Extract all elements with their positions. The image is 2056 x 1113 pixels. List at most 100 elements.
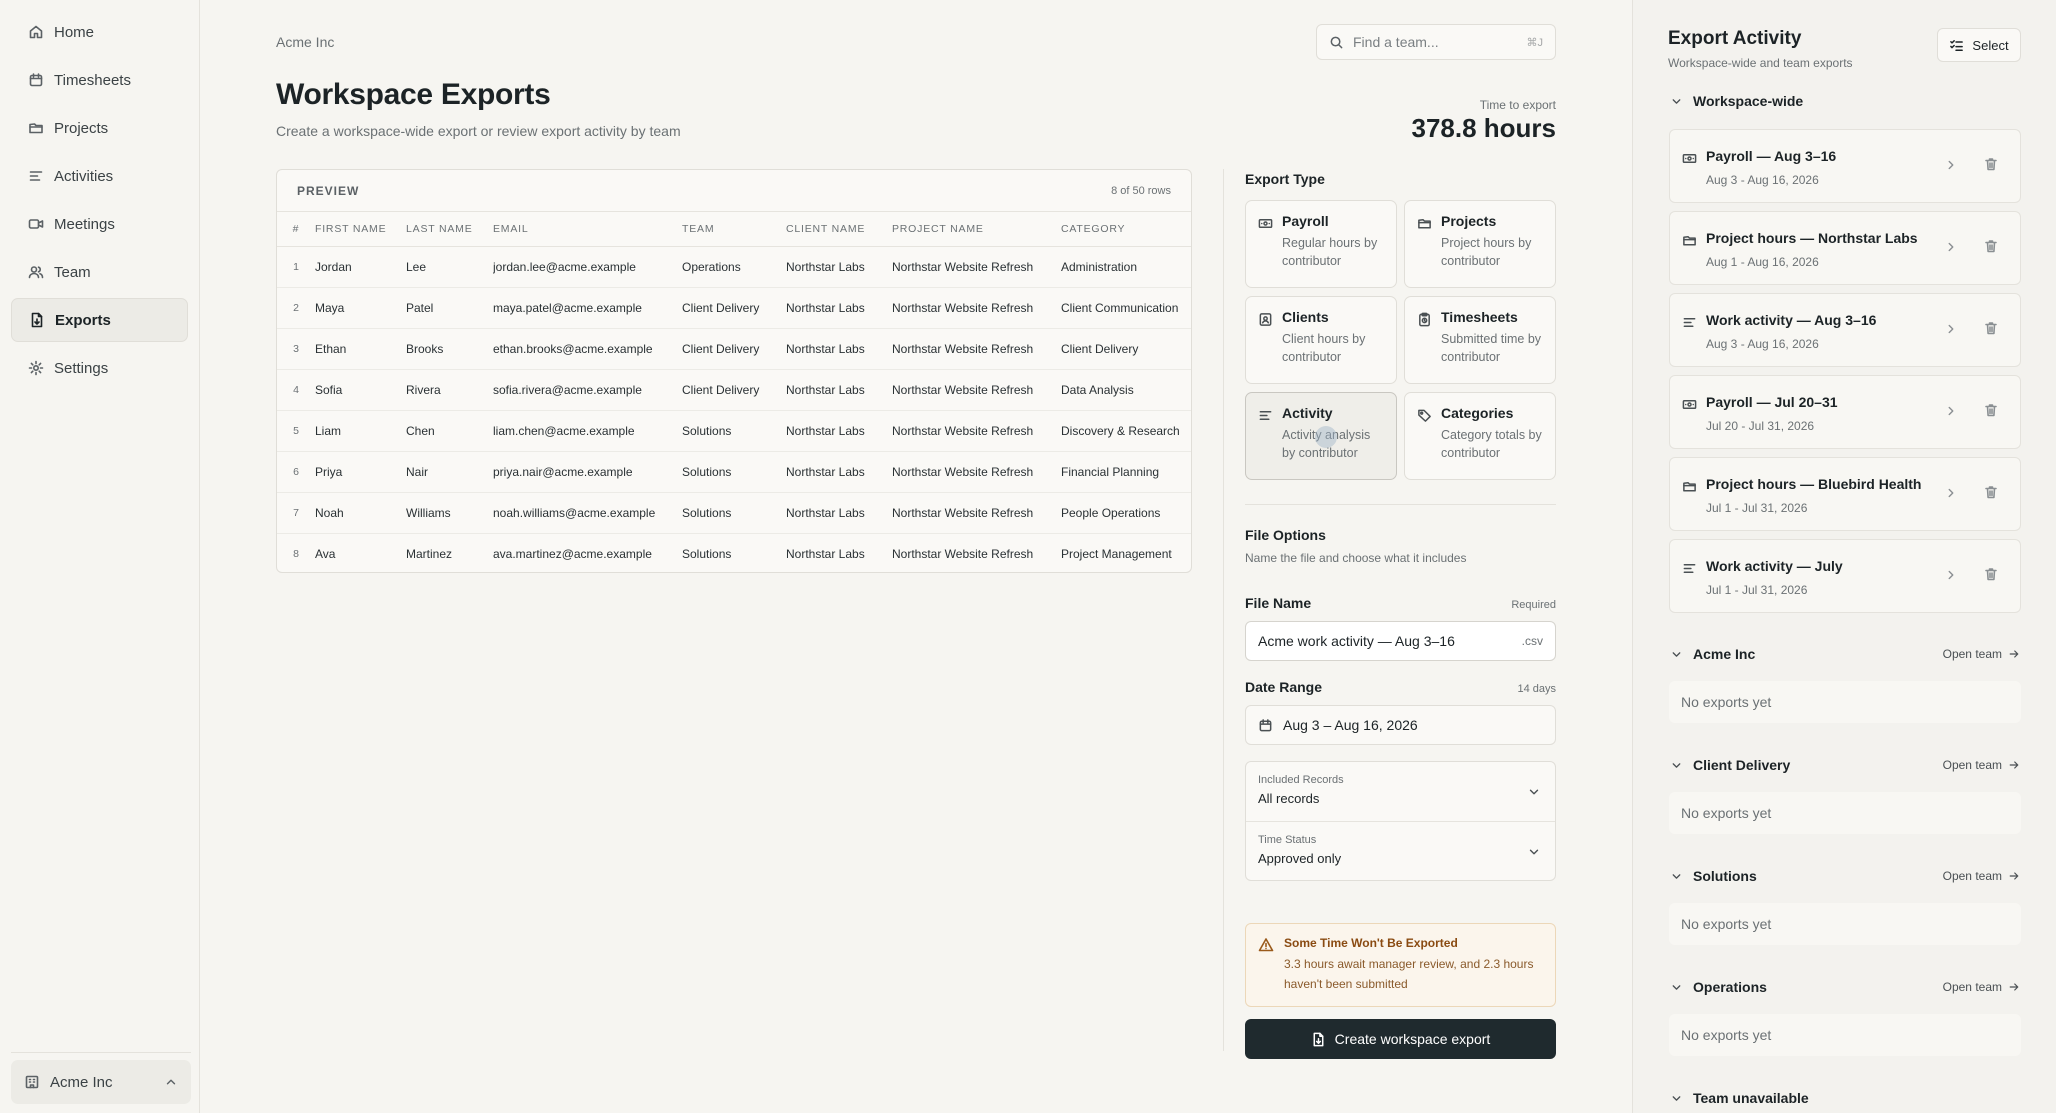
time-status-select[interactable]: Time Status Approved only bbox=[1246, 821, 1555, 880]
export-card[interactable]: Project hours — Northstar Labs Aug 1 - Au… bbox=[1669, 211, 2021, 285]
sidebar-item-label: Home bbox=[54, 23, 95, 41]
export-type-desc: Category totals by contributor bbox=[1441, 428, 1542, 460]
activity-lines-icon bbox=[29, 171, 43, 181]
chevron-right-icon[interactable] bbox=[1944, 322, 1958, 336]
export-name: Project hours — Bluebird Health bbox=[1706, 476, 1922, 492]
arrow-right-icon bbox=[2009, 872, 2019, 880]
time-status-value: Approved only bbox=[1258, 851, 1342, 866]
export-type-clients[interactable]: Clients Client hours by contributor bbox=[1245, 296, 1397, 384]
export-type-payroll[interactable]: Payroll Regular hours by contributor bbox=[1245, 200, 1397, 288]
time-to-export-value: 378.8 hours bbox=[1411, 113, 1556, 143]
export-type-timesheets[interactable]: Timesheets Submitted time by contributor bbox=[1404, 296, 1556, 384]
client-badge-icon bbox=[1259, 313, 1272, 326]
sidebar-item-meetings[interactable]: Meetings bbox=[11, 202, 188, 246]
group-team[interactable]: Client Delivery Open team bbox=[1670, 757, 2020, 773]
table-row: 8 Ava Martinez ava.martinez@acme.example Sol… bbox=[277, 533, 1191, 572]
export-card[interactable]: Payroll — Jul 20–31 Jul 20 - Jul 31, 2026 bbox=[1669, 375, 2021, 449]
sidebar-item-exports[interactable]: Exports bbox=[11, 298, 188, 342]
export-type-title: Clients bbox=[1282, 309, 1329, 325]
folder-icon bbox=[1683, 236, 1696, 246]
group-team[interactable]: Operations Open team bbox=[1670, 979, 2020, 995]
table-row: 4 Sofia Rivera sofia.rivera@acme.example Cli… bbox=[277, 369, 1191, 411]
export-name: Work activity — Aug 3–16 bbox=[1706, 312, 1877, 328]
open-team-link[interactable]: Open team bbox=[1943, 647, 2020, 661]
sidebar-item-settings[interactable]: Settings bbox=[11, 346, 188, 390]
sidebar-item-home[interactable]: Home bbox=[11, 10, 188, 54]
date-range-value: Aug 3 – Aug 16, 2026 bbox=[1283, 717, 1418, 733]
chevron-right-icon[interactable] bbox=[1944, 158, 1958, 172]
open-team-link[interactable]: Open team bbox=[1943, 758, 2020, 772]
sidebar: Home Timesheets Projects Activities Meet… bbox=[0, 0, 200, 1113]
table-cell: Northstar Website Refresh bbox=[892, 410, 1061, 452]
table-cell: 2 bbox=[277, 287, 315, 329]
export-card[interactable]: Project hours — Bluebird Health Jul 1 - J… bbox=[1669, 457, 2021, 531]
trash-icon[interactable] bbox=[1983, 238, 1999, 254]
table-cell: Northstar Website Refresh bbox=[892, 246, 1061, 288]
sidebar-item-activities[interactable]: Activities bbox=[11, 154, 188, 198]
create-export-button[interactable]: Create workspace export bbox=[1245, 1019, 1556, 1059]
table-cell: Williams bbox=[406, 492, 493, 534]
sidebar-item-label: Timesheets bbox=[54, 71, 131, 89]
chevron-right-icon[interactable] bbox=[1944, 404, 1958, 418]
group-team[interactable]: Solutions Open team bbox=[1670, 868, 2020, 884]
trash-icon[interactable] bbox=[1983, 566, 1999, 582]
group-team-unavailable[interactable]: Team unavailable bbox=[1670, 1090, 2020, 1106]
clipboard-icon bbox=[1419, 312, 1430, 327]
included-records-select[interactable]: Included Records All records bbox=[1246, 762, 1555, 821]
open-team-label: Open team bbox=[1942, 869, 2002, 883]
trash-icon[interactable] bbox=[1983, 402, 1999, 418]
open-team-link[interactable]: Open team bbox=[1943, 869, 2020, 883]
record-filters: Included Records All records Time Status… bbox=[1245, 761, 1556, 881]
workspace-switcher[interactable]: Acme Inc bbox=[11, 1060, 191, 1104]
table-cell: Northstar Labs bbox=[786, 492, 892, 534]
table-cell: Nair bbox=[406, 451, 493, 493]
date-range-picker[interactable]: Aug 3 – Aug 16, 2026 bbox=[1245, 705, 1556, 745]
file-export-icon bbox=[31, 312, 43, 328]
table-cell: ava.martinez@acme.example bbox=[493, 546, 652, 561]
export-range: Jul 1 - Jul 31, 2026 bbox=[1706, 501, 1808, 515]
gear-icon bbox=[28, 360, 44, 376]
table-cell: maya.patel@acme.example bbox=[493, 287, 682, 329]
sidebar-item-timesheets[interactable]: Timesheets bbox=[11, 58, 188, 102]
table-cell: Northstar Website Refresh bbox=[892, 492, 1061, 534]
search-input[interactable]: Find a team... bbox=[1353, 34, 1439, 50]
export-type-desc: Submitted time by contributor bbox=[1441, 332, 1542, 364]
preview-data-table: # FIRST NAME LAST NAME EMAIL TEAM CLIENT… bbox=[277, 212, 1191, 572]
sidebar-item-team[interactable]: Team bbox=[11, 250, 188, 294]
table-cell: Discovery & Research bbox=[1061, 410, 1191, 452]
group-workspace-wide[interactable]: Workspace-wide bbox=[1670, 93, 2020, 109]
table-cell: Solutions bbox=[682, 451, 786, 493]
export-card[interactable]: Work activity — July Jul 1 - Jul 31, 2026 bbox=[1669, 539, 2021, 613]
tag-icon bbox=[1418, 409, 1431, 422]
table-cell: Priya bbox=[315, 451, 406, 493]
team-search[interactable]: Find a team... ⌘J bbox=[1316, 24, 1556, 60]
export-type-projects[interactable]: Projects Project hours by contributor bbox=[1404, 200, 1556, 288]
breadcrumb[interactable]: Acme Inc bbox=[276, 34, 334, 50]
export-type-categories[interactable]: Categories Category totals by contributo… bbox=[1404, 392, 1556, 480]
open-team-label: Open team bbox=[1942, 758, 2002, 772]
trash-icon[interactable] bbox=[1983, 156, 1999, 172]
export-card[interactable]: Payroll — Aug 3–16 Aug 3 - Aug 16, 2026 bbox=[1669, 129, 2021, 203]
trash-icon[interactable] bbox=[1983, 484, 1999, 500]
file-name-value: Acme work activity — Aug 3–16 bbox=[1258, 633, 1455, 649]
sidebar-item-projects[interactable]: Projects bbox=[11, 106, 188, 150]
chevron-right-icon[interactable] bbox=[1944, 240, 1958, 254]
time-to-export-label: Time to export bbox=[1479, 98, 1556, 112]
table-cell: Project Management bbox=[1061, 546, 1172, 561]
export-type-title: Payroll bbox=[1282, 213, 1329, 229]
warning-title: Some Time Won't Be Exported bbox=[1284, 936, 1458, 950]
chevron-down-icon bbox=[1672, 651, 1681, 657]
chevron-right-icon[interactable] bbox=[1944, 486, 1958, 500]
open-team-link[interactable]: Open team bbox=[1943, 980, 2020, 994]
group-team[interactable]: Acme Inc Open team bbox=[1670, 646, 2020, 662]
file-name-input[interactable]: Acme work activity — Aug 3–16 .csv bbox=[1245, 621, 1556, 661]
select-button[interactable]: Select bbox=[1937, 28, 2021, 62]
chevron-right-icon[interactable] bbox=[1944, 568, 1958, 582]
table-cell: Administration bbox=[1061, 246, 1191, 288]
chevron-down-icon bbox=[1672, 98, 1681, 104]
trash-icon[interactable] bbox=[1983, 320, 1999, 336]
table-cell: Client Delivery bbox=[682, 328, 786, 370]
export-card[interactable]: Work activity — Aug 3–16 Aug 3 - Aug 16, … bbox=[1669, 293, 2021, 367]
chevron-up-icon bbox=[166, 1079, 176, 1085]
table-cell: Rivera bbox=[406, 369, 493, 411]
